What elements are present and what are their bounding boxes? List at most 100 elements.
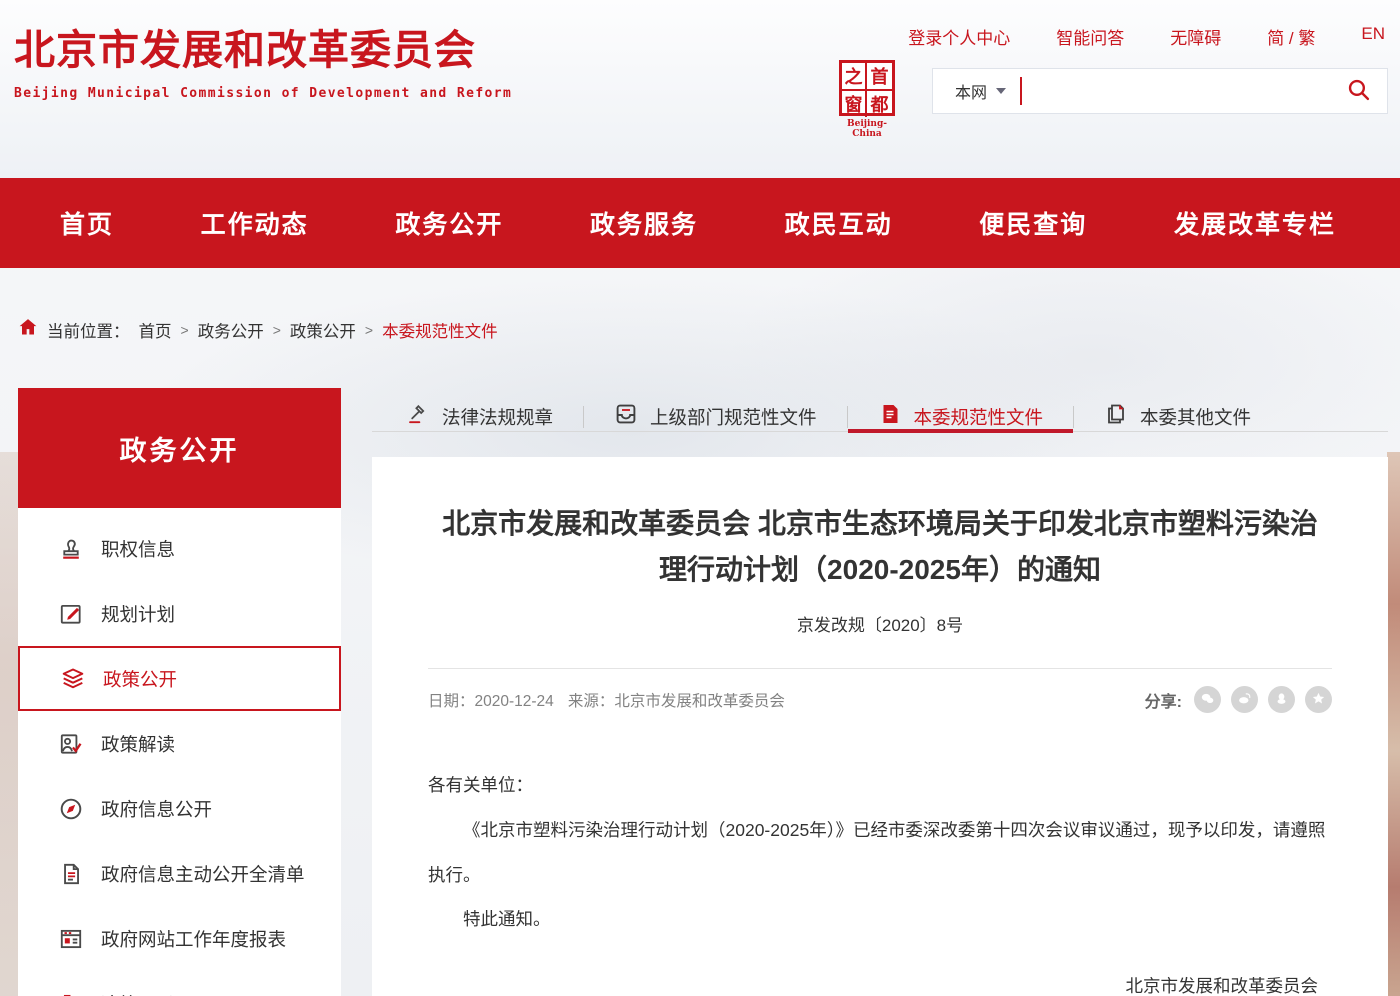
file-icon [878, 402, 902, 431]
background-art-right [1387, 452, 1400, 996]
site-header: 北京市发展和改革委员会 Beijing Municipal Commission… [0, 0, 1400, 178]
breadcrumb-separator: > [365, 322, 373, 338]
share-wechat-button[interactable] [1194, 686, 1221, 713]
breadcrumb-location-label: 当前位置： [47, 318, 130, 342]
stamp-char: 之 [842, 63, 867, 91]
breadcrumb-current[interactable]: 本委规范性文件 [382, 318, 498, 342]
sidebar-item-decision-directory[interactable]: 决策目录 [18, 971, 341, 996]
search-scope-dropdown[interactable]: 本网 [933, 79, 1020, 103]
article-meta-row: 日期：2020-12-24 来源：北京市发展和改革委员会 分享: [428, 686, 1332, 713]
site-logo[interactable]: 北京市发展和改革委员会 Beijing Municipal Commission… [14, 16, 512, 101]
date-label: 日期： [428, 693, 475, 710]
caret-down-icon [996, 88, 1006, 99]
weibo-icon [1236, 690, 1253, 710]
nav-item-work-news[interactable]: 工作动态 [201, 205, 309, 241]
main-navigation: 首页 工作动态 政务公开 政务服务 政民互动 便民查询 发展改革专栏 [0, 178, 1400, 268]
edit-icon [58, 601, 84, 627]
sidebar-item-label: 政府信息公开 [101, 796, 212, 822]
sidebar-item-authority-info[interactable]: 职权信息 [18, 516, 341, 581]
stamp-icon [58, 536, 84, 562]
sidebar-item-gov-info-disclosure[interactable]: 政府信息公开 [18, 776, 341, 841]
files-icon [1104, 402, 1128, 431]
tab-commission-normative-documents[interactable]: 本委规范性文件 [848, 402, 1074, 431]
article-paragraph: 特此通知。 [428, 897, 1332, 942]
nav-item-reform-column[interactable]: 发展改革专栏 [1174, 205, 1336, 241]
nav-item-public-interaction[interactable]: 政民互动 [785, 205, 893, 241]
article-source: 北京市发展和改革委员会 [614, 693, 785, 710]
share-bar: 分享: [1145, 686, 1332, 713]
sidebar-item-label: 政府网站工作年度报表 [101, 926, 286, 952]
tab-laws-regulations[interactable]: 法律法规规章 [376, 402, 583, 431]
article-signature: 北京市发展和改革委员会 [428, 964, 1332, 996]
share-favorite-button[interactable] [1305, 686, 1332, 713]
sidebar-item-website-annual-report[interactable]: 政府网站工作年度报表 [18, 906, 341, 971]
share-qq-button[interactable] [1268, 686, 1295, 713]
wechat-icon [1199, 690, 1216, 710]
breadcrumb-link-gov-disclosure[interactable]: 政务公开 [198, 318, 264, 342]
breadcrumb-link-home[interactable]: 首页 [139, 318, 172, 342]
document-tabs: 法律法规规章 上级部门规范性文件 [372, 402, 1388, 432]
tab-label: 上级部门规范性文件 [650, 404, 817, 430]
article-paragraph: 《北京市塑料污染治理行动计划（2020-2025年）》已经市委深改委第十四次会议… [428, 808, 1332, 897]
stamp-caption: Beijing-China [835, 119, 899, 139]
nav-item-convenient-query[interactable]: 便民查询 [979, 205, 1087, 241]
smart-qa-link[interactable]: 智能问答 [1056, 24, 1124, 49]
nav-item-gov-disclosure[interactable]: 政务公开 [395, 205, 503, 241]
sidebar-item-policy-disclosure[interactable]: 政策公开 [18, 646, 341, 711]
sidebar-item-label: 决策目录 [101, 991, 175, 996]
login-personal-center-link[interactable]: 登录个人中心 [908, 24, 1010, 49]
article-title: 北京市发展和改革委员会 北京市生态环境局关于印发北京市塑料污染治理行动计划（20… [440, 501, 1320, 593]
home-icon[interactable] [18, 317, 38, 342]
search-button[interactable] [1330, 77, 1387, 105]
tab-commission-other-documents[interactable]: 本委其他文件 [1074, 402, 1281, 431]
stamp-char: 都 [867, 91, 892, 117]
site-title: 北京市发展和改革委员会 [14, 16, 512, 76]
nav-item-home[interactable]: 首页 [60, 205, 114, 241]
share-label: 分享: [1145, 688, 1182, 712]
search-icon [1346, 77, 1371, 105]
tab-label: 本委规范性文件 [914, 404, 1044, 430]
source-label: 来源： [568, 693, 615, 710]
breadcrumb-separator: > [181, 322, 189, 338]
stamp-char: 首 [867, 63, 892, 91]
sidebar-item-policy-interpretation[interactable]: 政策解读 [18, 711, 341, 776]
sidebar-item-proactive-disclosure-list[interactable]: 政府信息主动公开全清单 [18, 841, 341, 906]
share-weibo-button[interactable] [1231, 686, 1258, 713]
breadcrumb-link-policy-disclosure[interactable]: 政策公开 [290, 318, 356, 342]
simplified-traditional-toggle[interactable]: 简 / 繁 [1267, 24, 1315, 49]
sidebar-item-label: 政策解读 [101, 731, 175, 757]
accessibility-link[interactable]: 无障碍 [1170, 24, 1221, 49]
quick-links: 登录个人中心 智能问答 无障碍 简 / 繁 EN [908, 24, 1385, 49]
search-box: 本网 [932, 68, 1388, 114]
inbox-icon [614, 402, 638, 431]
meta-separator [428, 668, 1332, 669]
document-icon [58, 861, 84, 887]
tab-label: 法律法规规章 [442, 404, 553, 430]
document-number: 京发改规〔2020〕8号 [428, 611, 1332, 636]
report-icon [58, 926, 84, 952]
content-area: 法律法规规章 上级部门规范性文件 [372, 388, 1388, 996]
article-salutation: 各有关单位： [428, 763, 1332, 808]
search-input[interactable] [1022, 69, 1330, 113]
nav-item-gov-services[interactable]: 政务服务 [590, 205, 698, 241]
gavel-icon [406, 402, 430, 431]
search-scope-label: 本网 [955, 79, 987, 103]
breadcrumb: 当前位置： 首页 > 政务公开 > 政策公开 > 本委规范性文件 [18, 317, 498, 342]
tab-superior-normative-documents[interactable]: 上级部门规范性文件 [584, 402, 847, 431]
article-panel: 北京市发展和改革委员会 北京市生态环境局关于印发北京市塑料污染治理行动计划（20… [372, 457, 1388, 996]
sidebar-item-planning[interactable]: 规划计划 [18, 581, 341, 646]
sidebar-menu: 职权信息 规划计划 [18, 508, 341, 996]
star-icon [1310, 690, 1327, 710]
english-link[interactable]: EN [1361, 24, 1385, 49]
sidebar: 政务公开 职权信息 [18, 388, 341, 996]
article-date: 2020-12-24 [475, 693, 554, 710]
person-check-icon [58, 731, 84, 757]
main-area: 政务公开 职权信息 [18, 388, 1388, 996]
sidebar-item-label: 政策公开 [103, 666, 177, 692]
sidebar-title: 政务公开 [18, 388, 341, 508]
sidebar-item-label: 职权信息 [101, 536, 175, 562]
background-art-left [0, 452, 18, 996]
qq-icon [1273, 690, 1290, 710]
article-body: 各有关单位： 《北京市塑料污染治理行动计划（2020-2025年）》已经市委深改… [428, 763, 1332, 996]
capital-window-stamp-logo[interactable]: 之 首 窗 都 Beijing-China [835, 60, 899, 139]
